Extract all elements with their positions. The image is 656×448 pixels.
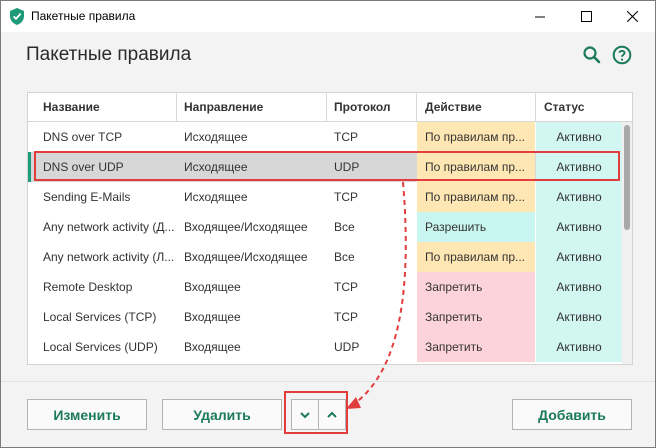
- cell-protocol: TCP: [334, 190, 358, 204]
- cell-direction: Входящее: [184, 280, 241, 294]
- move-up-button[interactable]: [318, 399, 346, 430]
- cell-protocol: TCP: [334, 280, 358, 294]
- search-icon[interactable]: [582, 45, 602, 65]
- cell-name: Remote Desktop: [43, 280, 133, 294]
- title-bar: Пакетные правила: [1, 1, 655, 32]
- cell-direction: Исходящее: [184, 190, 248, 204]
- cell-status: Активно: [536, 122, 622, 152]
- cell-status: Активно: [536, 302, 622, 332]
- cell-direction: Исходящее: [184, 130, 248, 144]
- cell-name: Sending E-Mails: [43, 190, 131, 204]
- column-header-action[interactable]: Действие: [425, 93, 482, 121]
- cell-action: По правилам пр...: [417, 182, 535, 212]
- table-row[interactable]: DNS over TCP Исходящее TCP По правилам пр..…: [28, 122, 632, 152]
- shield-icon: [10, 8, 24, 25]
- cell-name: DNS over UDP: [43, 160, 124, 174]
- close-icon: [626, 11, 638, 22]
- cell-name: Any network activity (Л...: [43, 250, 175, 264]
- table-row[interactable]: Any network activity (Д... Входящее/Исход…: [28, 212, 632, 242]
- selection-indicator: [28, 152, 31, 182]
- cell-status: Активно: [536, 212, 622, 242]
- cell-status: Активно: [536, 272, 622, 302]
- chevron-down-icon: [300, 411, 310, 418]
- edit-button[interactable]: Изменить: [27, 399, 147, 430]
- cell-name: Local Services (TCP): [43, 310, 157, 324]
- footer-divider: [1, 381, 655, 382]
- scrollbar-thumb[interactable]: [624, 125, 630, 230]
- cell-protocol: Все: [334, 250, 355, 264]
- cell-direction: Входящее: [184, 340, 241, 354]
- table-row[interactable]: Any network activity (Л... Входящее/Исход…: [28, 242, 632, 272]
- cell-protocol: TCP: [334, 310, 358, 324]
- column-header-protocol[interactable]: Протокол: [334, 93, 391, 121]
- column-header-direction[interactable]: Направление: [184, 93, 263, 121]
- table-row[interactable]: DNS over UDP Исходящее UDP По правилам пр..…: [28, 152, 632, 182]
- maximize-button[interactable]: [563, 1, 609, 32]
- cell-direction: Исходящее: [184, 160, 248, 174]
- cell-direction: Входящее/Исходящее: [184, 250, 308, 264]
- cell-protocol: TCP: [334, 130, 358, 144]
- column-header-name[interactable]: Название: [43, 93, 100, 121]
- cell-direction: Входящее/Исходящее: [184, 220, 308, 234]
- cell-status: Активно: [536, 182, 622, 212]
- cell-action: По правилам пр...: [417, 242, 535, 272]
- cell-status: Активно: [536, 332, 622, 362]
- table-row[interactable]: Sending E-Mails Исходящее TCP По правилам п…: [28, 182, 632, 212]
- cell-action: Запретить: [417, 302, 535, 332]
- cell-name: DNS over TCP: [43, 130, 123, 144]
- cell-protocol: Все: [334, 220, 355, 234]
- cell-protocol: UDP: [334, 340, 360, 354]
- cell-status: Активно: [536, 152, 622, 182]
- column-header-status[interactable]: Статус: [544, 93, 584, 121]
- table-header: Название Направление Протокол Действие С…: [28, 93, 632, 122]
- cell-name: Any network activity (Д...: [43, 220, 175, 234]
- help-icon[interactable]: [612, 45, 632, 65]
- close-button[interactable]: [609, 1, 655, 32]
- cell-action: По правилам пр...: [417, 152, 535, 182]
- minimize-button[interactable]: [517, 1, 563, 32]
- scrollbar[interactable]: [622, 122, 632, 364]
- cell-action: Запретить: [417, 332, 535, 362]
- page-title: Пакетные правила: [26, 44, 192, 65]
- delete-button[interactable]: Удалить: [162, 399, 282, 430]
- add-button[interactable]: Добавить: [512, 399, 632, 430]
- window-title: Пакетные правила: [31, 9, 136, 23]
- table-row[interactable]: Local Services (UDP) Входящее UDP Запретить…: [28, 332, 632, 362]
- cell-status: Активно: [536, 242, 622, 272]
- cell-name: Local Services (UDP): [43, 340, 158, 354]
- cell-direction: Входящее: [184, 310, 241, 324]
- maximize-icon: [580, 11, 592, 22]
- cell-action: По правилам пр...: [417, 122, 535, 152]
- table-row[interactable]: Local Services (TCP) Входящее TCP Запретить…: [28, 302, 632, 332]
- rules-table: Название Направление Протокол Действие С…: [27, 92, 633, 365]
- chevron-up-icon: [327, 411, 337, 418]
- cell-action: Разрешить: [417, 212, 535, 242]
- table-row[interactable]: Remote Desktop Входящее TCP Запретить Активн…: [28, 272, 632, 302]
- cell-protocol: UDP: [334, 160, 360, 174]
- cell-action: Запретить: [417, 272, 535, 302]
- minimize-icon: [535, 16, 545, 17]
- move-down-button[interactable]: [291, 399, 319, 430]
- app-window: Пакетные правила Пакетные правила Назван…: [0, 0, 656, 448]
